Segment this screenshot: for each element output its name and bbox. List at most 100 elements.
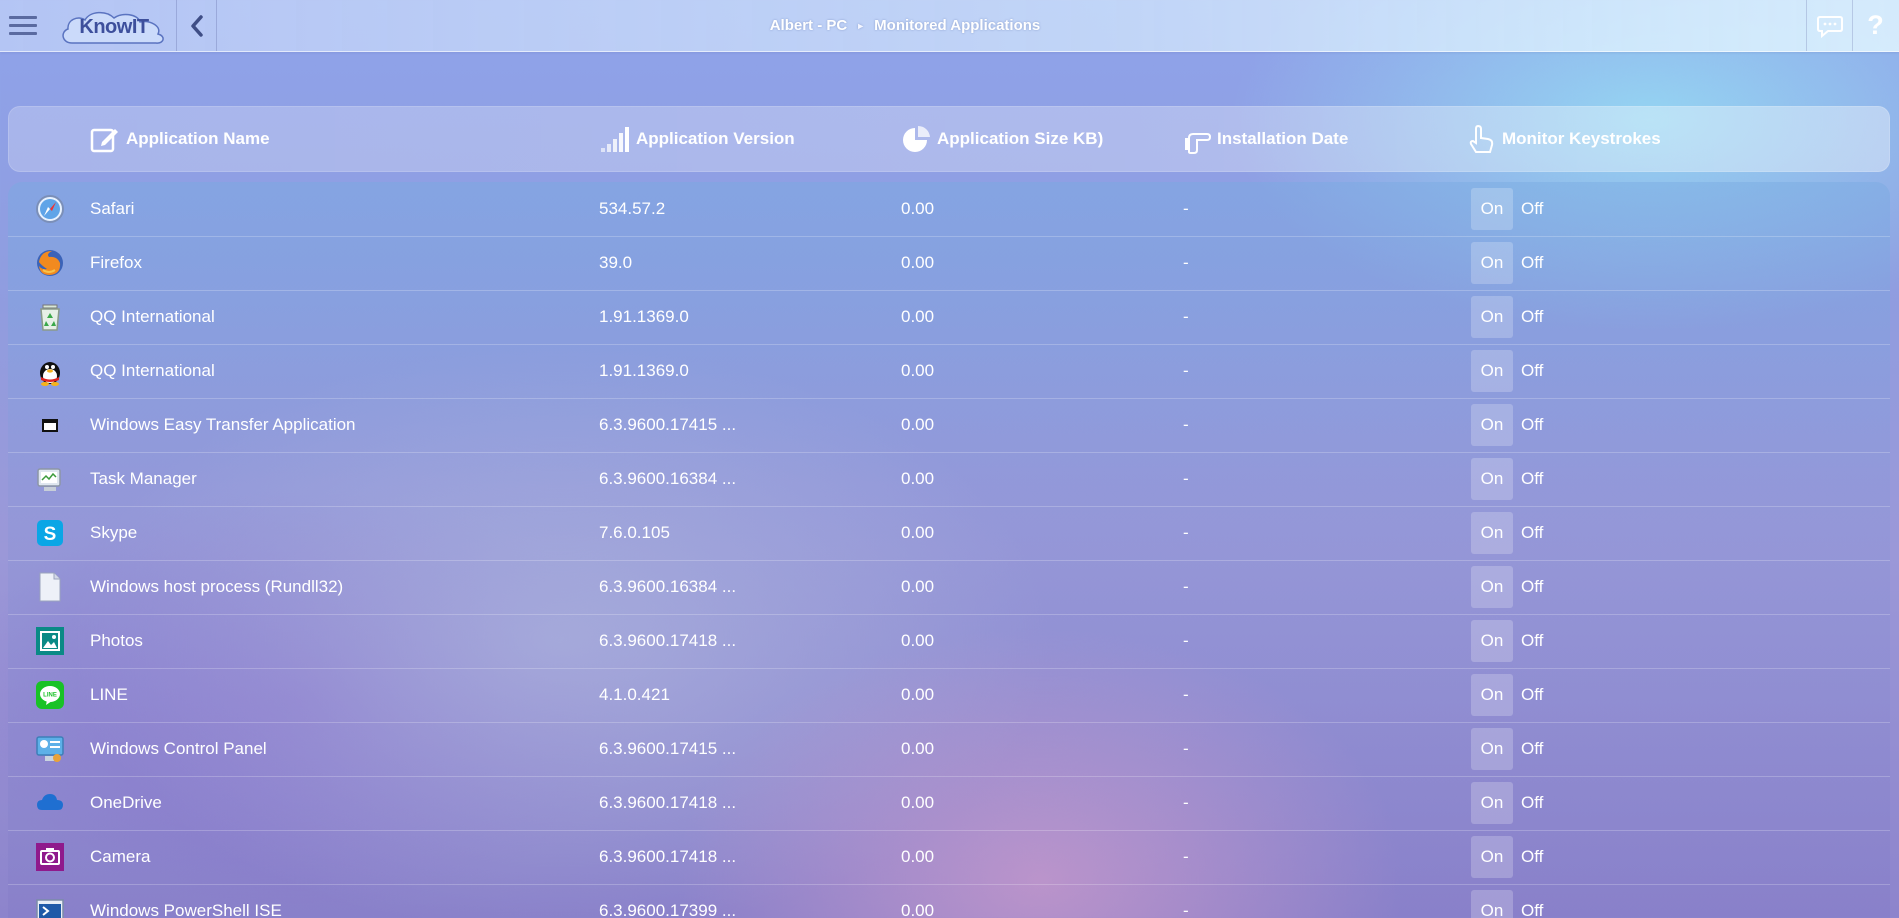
table-row: QQ International 1.91.1369.0 0.00 - On O…	[8, 290, 1890, 345]
table-row: Firefox 39.0 0.00 - On Off	[8, 236, 1890, 291]
keystroke-toggle: On Off	[1471, 403, 1543, 447]
toggle-on-button[interactable]: On	[1471, 836, 1513, 878]
app-version: 6.3.9600.17415 ...	[599, 739, 737, 758]
breadcrumb-current: Monitored Applications	[874, 17, 1041, 34]
toggle-off-button[interactable]: Off	[1521, 793, 1543, 813]
app-size: 0.00	[901, 847, 935, 866]
keystroke-toggle: On Off	[1471, 673, 1543, 717]
table-header: Application Name Application Version App…	[8, 106, 1890, 172]
toggle-on-button[interactable]: On	[1471, 350, 1513, 392]
app-name: Firefox	[90, 253, 142, 272]
toggle-off-button[interactable]: Off	[1521, 739, 1543, 759]
help-button[interactable]: ?	[1852, 0, 1899, 51]
column-header-version[interactable]: Application Version	[600, 106, 795, 172]
toggle-off-button[interactable]: Off	[1521, 901, 1543, 918]
keystroke-toggle: On Off	[1471, 349, 1543, 393]
table-row: Safari 534.57.2 0.00 - On Off	[8, 182, 1890, 237]
column-header-keystrokes-label: Monitor Keystrokes	[1502, 129, 1661, 148]
chat-button[interactable]	[1806, 0, 1853, 51]
app-name: QQ International	[90, 361, 215, 380]
safari-icon	[34, 193, 66, 225]
app-size: 0.00	[901, 793, 935, 812]
install-date: -	[1183, 793, 1189, 812]
install-date: -	[1183, 901, 1189, 918]
column-header-date[interactable]: Installation Date	[1183, 106, 1348, 172]
table-row: LINE LINE 4.1.0.421 0.00 - On Off	[8, 668, 1890, 723]
toggle-off-button[interactable]: Off	[1521, 361, 1543, 381]
toggle-off-button[interactable]: Off	[1521, 253, 1543, 273]
toggle-off-button[interactable]: Off	[1521, 847, 1543, 867]
app-version: 4.1.0.421	[599, 685, 670, 704]
toggle-on-button[interactable]: On	[1471, 620, 1513, 662]
svg-text:LINE: LINE	[43, 693, 57, 699]
table-row: Photos 6.3.9600.17418 ... 0.00 - On Off	[8, 614, 1890, 669]
keystroke-toggle: On Off	[1471, 727, 1543, 771]
toggle-on-button[interactable]: On	[1471, 296, 1513, 338]
keystroke-toggle: On Off	[1471, 781, 1543, 825]
install-date: -	[1183, 361, 1189, 380]
toggle-on-button[interactable]: On	[1471, 566, 1513, 608]
menu-button[interactable]	[0, 0, 45, 51]
toggle-on-button[interactable]: On	[1471, 188, 1513, 230]
install-date: -	[1183, 469, 1189, 488]
skype-icon: S	[34, 517, 66, 549]
toggle-on-button[interactable]: On	[1471, 728, 1513, 770]
app-size: 0.00	[901, 901, 935, 918]
app-name: Camera	[90, 847, 151, 866]
app-version: 7.6.0.105	[599, 523, 670, 542]
toggle-on-button[interactable]: On	[1471, 512, 1513, 554]
toggle-off-button[interactable]: Off	[1521, 523, 1543, 543]
app-name: Photos	[90, 631, 143, 650]
app-size: 0.00	[901, 415, 935, 434]
app-version: 6.3.9600.17418 ...	[599, 793, 737, 812]
toggle-off-button[interactable]: Off	[1521, 199, 1543, 219]
app-size: 0.00	[901, 631, 935, 650]
toggle-off-button[interactable]: Off	[1521, 577, 1543, 597]
install-date: -	[1183, 577, 1189, 596]
keystroke-toggle: On Off	[1471, 457, 1543, 501]
table-row: QQ International 1.91.1369.0 0.00 - On O…	[8, 344, 1890, 399]
column-header-name[interactable]: Application Name	[90, 106, 270, 172]
column-header-size[interactable]: Application Size KB)	[901, 106, 1103, 172]
camera-icon	[34, 841, 66, 873]
qq-penguin-icon	[34, 355, 66, 387]
toggle-on-button[interactable]: On	[1471, 404, 1513, 446]
table-row: Task Manager 6.3.9600.16384 ... 0.00 - O…	[8, 452, 1890, 507]
keystroke-toggle: On Off	[1471, 835, 1543, 879]
keystroke-toggle: On Off	[1471, 889, 1543, 918]
toggle-on-button[interactable]: On	[1471, 890, 1513, 918]
toggle-off-button[interactable]: Off	[1521, 631, 1543, 651]
app-version: 6.3.9600.17418 ...	[599, 847, 737, 866]
toggle-on-button[interactable]: On	[1471, 458, 1513, 500]
app-name: Windows Easy Transfer Application	[90, 415, 356, 434]
toggle-off-button[interactable]: Off	[1521, 415, 1543, 435]
toggle-off-button[interactable]: Off	[1521, 469, 1543, 489]
app-name: Windows Control Panel	[90, 739, 267, 758]
top-bar: KnowIT Albert - PC ► Monitored Applicati…	[0, 0, 1899, 52]
edit-icon	[90, 128, 118, 153]
column-header-keystrokes[interactable]: Monitor Keystrokes	[1468, 106, 1661, 172]
keystroke-toggle: On Off	[1471, 565, 1543, 609]
app-name: OneDrive	[90, 793, 162, 812]
breadcrumb-device[interactable]: Albert - PC	[770, 17, 848, 34]
install-date: -	[1183, 631, 1189, 650]
table-row: Windows Easy Transfer Application 6.3.96…	[8, 398, 1890, 453]
column-header-date-label: Installation Date	[1217, 129, 1349, 148]
app-version: 1.91.1369.0	[599, 307, 689, 326]
app-version: 6.3.9600.16384 ...	[599, 469, 737, 488]
toggle-on-button[interactable]: On	[1471, 782, 1513, 824]
app-version: 39.0	[599, 253, 633, 272]
install-date: -	[1183, 253, 1189, 272]
toggle-off-button[interactable]: Off	[1521, 685, 1543, 705]
toggle-on-button[interactable]: On	[1471, 674, 1513, 716]
knowit-logo[interactable]: KnowIT	[58, 10, 170, 46]
toggle-off-button[interactable]: Off	[1521, 307, 1543, 327]
back-button[interactable]	[176, 0, 217, 51]
app-name: Windows PowerShell ISE	[90, 901, 282, 918]
app-size: 0.00	[901, 469, 935, 488]
keystroke-toggle: On Off	[1471, 295, 1543, 339]
chat-bubble-icon	[1816, 15, 1843, 38]
table-row: Windows PowerShell ISE 6.3.9600.17399 ..…	[8, 884, 1890, 918]
install-date: -	[1183, 847, 1189, 866]
toggle-on-button[interactable]: On	[1471, 242, 1513, 284]
